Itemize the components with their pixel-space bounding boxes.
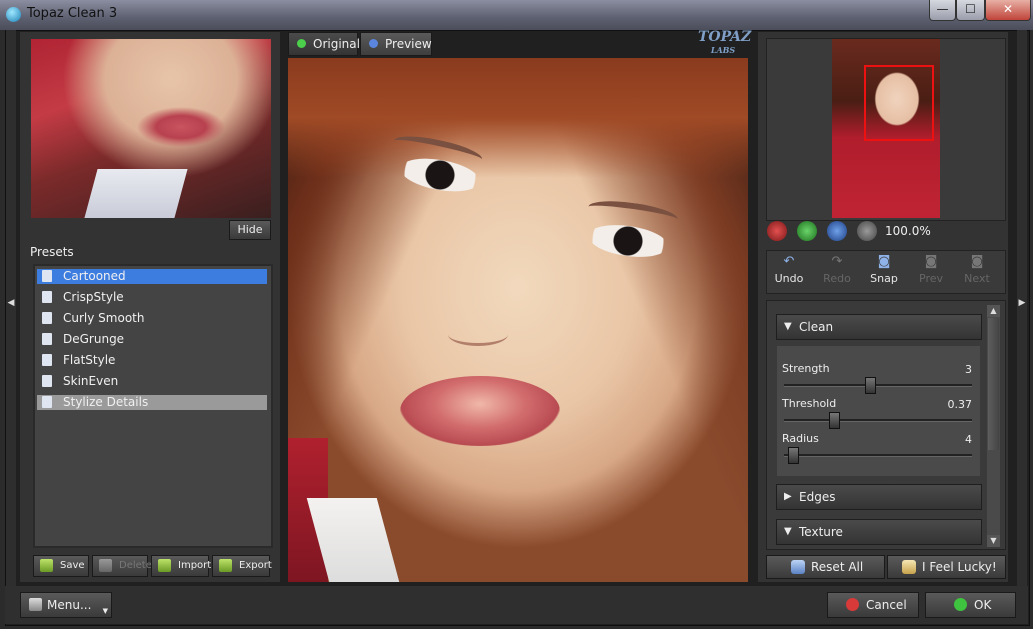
presets-label: Presets <box>30 245 74 259</box>
preset-item[interactable]: Stylize Details <box>37 395 267 410</box>
zoom-actual-icon[interactable] <box>857 221 877 241</box>
reset-all-button[interactable]: Reset All <box>766 555 885 579</box>
tab-original[interactable]: Original <box>288 32 360 56</box>
main-preview-image[interactable] <box>288 58 748 582</box>
collapsed-triangle-icon: ▶ <box>784 491 792 502</box>
dice-icon <box>902 560 916 574</box>
document-icon <box>42 312 52 324</box>
next-button[interactable]: ◙ Next <box>955 255 999 289</box>
import-preset-button[interactable]: Import <box>151 555 211 577</box>
prev-icon: ◙ <box>924 254 938 269</box>
close-button[interactable]: ✕ <box>985 0 1031 21</box>
expanded-triangle-icon: ▼ <box>784 321 792 332</box>
thumbnail-shirt <box>84 169 188 218</box>
reset-icon <box>791 560 805 574</box>
preset-item[interactable]: Cartooned <box>37 269 267 284</box>
zoom-in-icon[interactable] <box>797 221 817 241</box>
preset-item[interactable]: SkinEven <box>37 374 267 389</box>
slider-label-strength: Strength <box>782 362 830 375</box>
document-icon <box>42 333 52 345</box>
topaz-logo: TOPAZ LABS <box>698 29 752 55</box>
image-hair <box>288 58 748 178</box>
section-edges-header[interactable]: ▶ Edges <box>776 484 982 510</box>
camera-icon: ◙ <box>877 254 891 269</box>
slider-value-strength: 3 <box>965 363 972 376</box>
delete-icon <box>99 559 112 572</box>
save-icon <box>40 559 53 572</box>
preset-item[interactable]: Curly Smooth <box>37 311 267 326</box>
save-preset-button[interactable]: Save <box>33 555 89 577</box>
section-clean-header[interactable]: ▼ Clean <box>776 314 982 340</box>
scrollbar-thumb[interactable] <box>988 318 999 450</box>
scroll-down-arrow-icon[interactable]: ▼ <box>987 535 1000 547</box>
slider-label-radius: Radius <box>782 432 819 445</box>
collapse-right-arrow[interactable]: ▶ <box>1017 30 1027 624</box>
prev-button[interactable]: ◙ Prev <box>909 255 953 289</box>
export-icon <box>219 559 232 572</box>
redo-icon: ↷ <box>831 254 843 269</box>
expanded-triangle-icon: ▼ <box>784 526 792 537</box>
slider-knob-threshold[interactable] <box>828 412 840 429</box>
document-icon <box>42 291 52 303</box>
preset-item[interactable]: CrispStyle <box>37 290 267 305</box>
next-icon: ◙ <box>970 254 984 269</box>
document-icon <box>42 270 52 282</box>
section-texture-header[interactable]: ▼ Texture <box>776 519 982 545</box>
redo-button[interactable]: ↷ Redo <box>815 255 859 289</box>
document-icon <box>42 396 52 408</box>
preset-list[interactable]: Cartooned CrispStyle Curly Smooth DeGrun… <box>33 264 273 548</box>
slider-track-strength[interactable] <box>784 384 972 387</box>
undo-button[interactable]: ↶ Undo <box>767 255 811 289</box>
tab-preview[interactable]: Preview <box>360 32 432 56</box>
title-bar: Topaz Clean 3 <box>0 0 1033 30</box>
minimize-button[interactable]: — <box>929 0 956 21</box>
ok-button[interactable]: OK <box>925 592 1016 618</box>
export-preset-button[interactable]: Export <box>212 555 272 577</box>
image-right-eye <box>586 220 670 262</box>
document-icon <box>42 354 52 366</box>
green-dot-icon <box>297 39 306 48</box>
maximize-button[interactable]: ☐ <box>956 0 985 21</box>
window-title: Topaz Clean 3 <box>27 6 118 21</box>
preset-preview-thumbnail <box>31 39 271 218</box>
slider-track-radius[interactable] <box>784 454 972 457</box>
cancel-button[interactable]: Cancel <box>827 592 919 618</box>
dropdown-arrow-icon: ▼ <box>102 607 108 615</box>
import-icon <box>158 559 171 572</box>
blue-dot-icon <box>369 39 378 48</box>
zoom-fit-icon[interactable] <box>827 221 847 241</box>
slider-knob-radius[interactable] <box>787 447 799 464</box>
image-nose <box>448 323 508 346</box>
zoom-level: 100.0% <box>885 224 931 238</box>
document-icon <box>42 375 52 387</box>
collapse-left-arrow[interactable]: ◀ <box>6 30 16 624</box>
slider-knob-strength[interactable] <box>864 377 876 394</box>
slider-value-radius: 4 <box>965 433 972 446</box>
feel-lucky-button[interactable]: I Feel Lucky! <box>887 555 1006 579</box>
hide-button[interactable]: Hide <box>229 220 271 240</box>
menu-button[interactable]: Menu... ▼ <box>20 592 112 618</box>
scroll-up-arrow-icon[interactable]: ▲ <box>987 305 1000 317</box>
image-lips <box>400 376 560 446</box>
wrench-icon <box>29 598 42 611</box>
slider-track-threshold[interactable] <box>784 419 972 422</box>
preset-item[interactable]: DeGrunge <box>37 332 267 347</box>
right-arrow-icon: ▶ <box>1018 298 1026 308</box>
delete-preset-button[interactable]: Delete <box>92 555 152 577</box>
preset-item[interactable]: FlatStyle <box>37 353 267 368</box>
check-icon <box>954 598 967 611</box>
cancel-icon <box>846 598 859 611</box>
slider-value-threshold: 0.37 <box>947 398 973 411</box>
snap-button[interactable]: ◙ Snap <box>862 255 906 289</box>
image-right-brow <box>587 196 679 230</box>
zoom-out-icon[interactable] <box>767 221 787 241</box>
app-icon <box>6 7 21 22</box>
slider-label-threshold: Threshold <box>782 397 837 410</box>
navigator-view-frame[interactable] <box>864 65 934 141</box>
left-arrow-icon: ◀ <box>7 298 15 308</box>
undo-icon: ↶ <box>783 254 795 269</box>
